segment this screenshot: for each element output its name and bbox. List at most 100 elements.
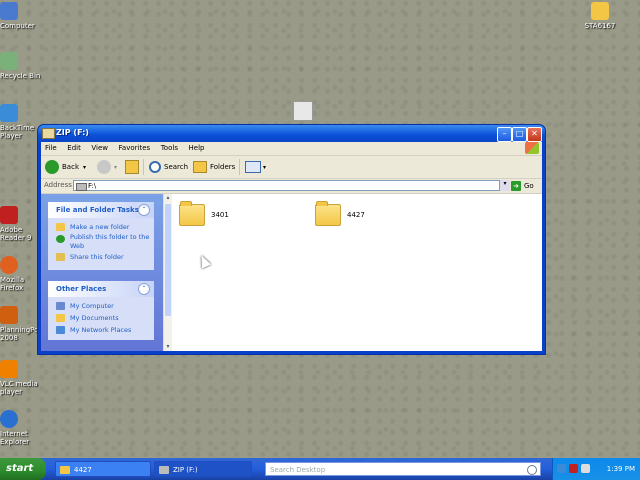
network-icon	[56, 326, 65, 334]
desktop-icon-internet-explorer[interactable]: Internet Explorer	[0, 410, 44, 446]
go-arrow-icon: ➜	[511, 180, 521, 191]
menu-help[interactable]: Help	[185, 142, 209, 154]
chevron-down-icon[interactable]: ▾	[83, 164, 86, 171]
close-button[interactable]: ✕	[527, 127, 542, 142]
address-input[interactable]: F:\	[73, 180, 503, 191]
go-label: Go	[524, 181, 534, 190]
folder-icon	[60, 466, 70, 474]
content-area: File and Folder Tasks ⌃ Make a new folde…	[41, 194, 542, 351]
back-button[interactable]: Back ▾	[45, 159, 86, 175]
address-bar: Address F:\ ▾ ➜ Go	[41, 179, 542, 194]
player-icon	[0, 104, 18, 122]
menu-tools[interactable]: Tools	[157, 142, 182, 154]
address-dropdown-button[interactable]: ▾	[499, 180, 510, 191]
search-button[interactable]: Search	[149, 159, 188, 175]
views-icon	[245, 161, 261, 173]
globe-icon	[56, 235, 65, 243]
scroll-thumb[interactable]	[165, 204, 171, 316]
collapse-icon[interactable]: ⌃	[138, 283, 150, 295]
folder-item[interactable]: 4427	[315, 201, 365, 226]
desktop-icon-label: BackTime Player	[0, 124, 35, 140]
back-label: Back	[62, 163, 79, 171]
task-publish-folder[interactable]: Publish this folder to the Web	[48, 233, 154, 251]
vlc-icon	[0, 360, 18, 378]
taskbar-button-label: 4427	[74, 466, 92, 474]
left-pane-scrollbar[interactable]: ▴ ▾	[163, 194, 172, 351]
start-label: start	[6, 463, 34, 474]
folder-icon	[315, 201, 341, 226]
desktop-icon-label: Adobe Reader 9	[0, 226, 32, 242]
panel-title: File and Folder Tasks	[56, 206, 139, 214]
taskbar-button-4427[interactable]: 4427	[55, 461, 151, 477]
folders-icon	[193, 161, 207, 173]
forward-arrow-icon	[97, 160, 111, 174]
task-share-folder[interactable]: Share this folder	[48, 251, 154, 263]
document-icon[interactable]	[293, 101, 313, 121]
task-make-new-folder[interactable]: Make a new folder	[48, 221, 154, 233]
drive-icon	[42, 128, 55, 139]
menu-file[interactable]: File	[41, 142, 61, 154]
task-label: Make a new folder	[70, 223, 130, 231]
collapse-icon[interactable]: ⌃	[138, 204, 150, 216]
go-button[interactable]: ➜ Go	[511, 180, 534, 191]
chevron-down-icon[interactable]: ▾	[114, 164, 117, 171]
place-label: My Computer	[70, 302, 114, 310]
desktop-icon-sta6167[interactable]: STA6167	[580, 2, 620, 30]
menu-edit[interactable]: Edit	[63, 142, 85, 154]
tray-app-icon[interactable]	[557, 464, 566, 473]
search-desktop-input[interactable]: Search Desktop	[265, 462, 541, 476]
scroll-up-icon[interactable]: ▴	[164, 194, 172, 202]
desktop-icon-vlc[interactable]: VLC media player	[0, 360, 44, 396]
planningpoint-icon	[0, 306, 18, 324]
up-folder-button[interactable]	[125, 159, 139, 175]
taskbar-button-zip[interactable]: ZIP (F:)	[154, 461, 252, 477]
computer-icon	[56, 302, 65, 310]
panel-header[interactable]: Other Places ⌃	[48, 281, 154, 297]
tray-ati-icon[interactable]	[569, 464, 578, 473]
search-icon[interactable]	[527, 465, 537, 475]
desktop-icon-computer[interactable]: Computer	[0, 2, 44, 30]
folder-icon	[179, 201, 205, 226]
place-my-computer[interactable]: My Computer	[48, 300, 154, 312]
adobe-reader-icon	[0, 206, 18, 224]
toolbar: Back ▾ ▾ Search Folders ▾	[41, 156, 542, 179]
start-button[interactable]: start	[0, 458, 46, 480]
address-label: Address	[44, 181, 72, 189]
desktop-icon-recycle-bin[interactable]: Recycle Bin	[0, 52, 44, 80]
minimize-button[interactable]: –	[497, 127, 512, 142]
folder-item[interactable]: 3401	[179, 201, 229, 226]
place-label: My Documents	[70, 314, 119, 322]
place-my-network-places[interactable]: My Network Places	[48, 324, 154, 336]
desktop-icon-label: Recycle Bin	[0, 72, 41, 80]
forward-button[interactable]: ▾	[97, 159, 117, 175]
search-label: Search	[164, 163, 189, 171]
title-bar[interactable]: ZIP (F:) – □ ✕	[38, 125, 545, 142]
task-pane: File and Folder Tasks ⌃ Make a new folde…	[41, 194, 163, 351]
folder-icon	[591, 2, 609, 20]
menu-view[interactable]: View	[87, 142, 112, 154]
chevron-down-icon: ▾	[263, 163, 267, 171]
window-title: ZIP (F:)	[56, 128, 89, 137]
maximize-button[interactable]: □	[512, 127, 527, 142]
folder-name: 4427	[347, 211, 365, 219]
search-placeholder: Search Desktop	[270, 466, 326, 474]
place-label: My Network Places	[70, 326, 132, 334]
file-folder-tasks-panel: File and Folder Tasks ⌃ Make a new folde…	[48, 202, 154, 270]
firefox-icon	[0, 256, 18, 274]
address-value: F:\	[88, 182, 97, 190]
panel-header[interactable]: File and Folder Tasks ⌃	[48, 202, 154, 218]
windows-logo-icon	[525, 142, 539, 154]
volume-icon[interactable]	[581, 464, 590, 473]
folders-button[interactable]: Folders	[193, 159, 235, 175]
views-button[interactable]: ▾	[245, 159, 266, 175]
scroll-down-icon[interactable]: ▾	[164, 343, 172, 351]
task-label: Publish this folder to the Web	[70, 233, 150, 250]
desktop-icon-label: STA6167	[584, 22, 616, 30]
place-my-documents[interactable]: My Documents	[48, 312, 154, 324]
back-arrow-icon	[45, 160, 59, 174]
menu-bar: File Edit View Favorites Tools Help	[41, 142, 542, 156]
menu-favorites[interactable]: Favorites	[115, 142, 155, 154]
clock[interactable]: 1:39 PM	[607, 458, 635, 480]
documents-icon	[56, 314, 65, 322]
taskbar: start 4427 ZIP (F:) Search Desktop 1:39 …	[0, 458, 640, 480]
